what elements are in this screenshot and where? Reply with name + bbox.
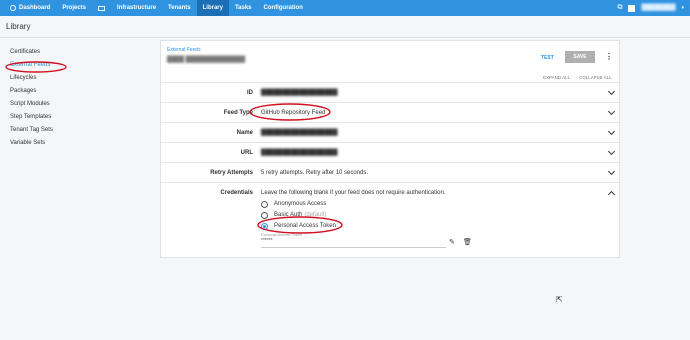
field-value: GitHub Repository Feed: [261, 110, 326, 116]
apps-icon: [98, 5, 106, 11]
nav-infrastructure[interactable]: Infrastructure: [111, 0, 162, 16]
nav-tenants[interactable]: Tenants: [162, 0, 197, 16]
radio-label: Basic Auth: [274, 212, 303, 218]
octopus-icon: [10, 5, 16, 11]
nav-tenants-label: Tenants: [168, 5, 191, 11]
page-title: Library: [6, 22, 31, 31]
user-name[interactable]: ████████: [641, 5, 675, 11]
radio-label: Personal Access Token: [274, 223, 336, 229]
top-navigation: Dashboard Projects Infrastructure Tenant…: [0, 0, 690, 16]
more-options-icon[interactable]: ⋮: [605, 52, 613, 61]
sidebar-item-external-feeds[interactable]: External Feeds: [10, 59, 140, 72]
radio-button-selected[interactable]: [261, 222, 268, 230]
radio-anonymous-access[interactable]: Anonymous Access: [261, 199, 326, 209]
field-label: Retry Attempts: [210, 170, 253, 176]
chevron-down-icon[interactable]: [607, 147, 616, 156]
field-label: Feed Type: [223, 110, 253, 116]
nav-infrastructure-label: Infrastructure: [117, 5, 157, 11]
chevron-down-icon[interactable]: [607, 127, 616, 136]
chevron-down-icon[interactable]: [607, 87, 616, 96]
sidebar-item-lifecycles[interactable]: Lifecycles: [10, 72, 140, 85]
radio-label: Anonymous Access: [274, 201, 327, 207]
feed-name-title: ████ ██████████████: [167, 57, 246, 63]
credentials-hint: Leave the following blank if your feed d…: [261, 190, 446, 196]
avatar[interactable]: [628, 4, 636, 12]
sitemap-icon[interactable]: ⧉: [617, 4, 622, 12]
chevron-down-icon[interactable]: ▾: [681, 5, 684, 11]
chevron-down-icon[interactable]: [607, 167, 616, 176]
nav-configuration[interactable]: Configuration: [258, 0, 309, 16]
token-field-label: Personal Access Token: [261, 232, 303, 237]
field-row-feed-type[interactable]: Feed Type GitHub Repository Feed: [161, 103, 621, 123]
sidebar-item-script-modules[interactable]: Script Modules: [10, 98, 140, 111]
field-label: Credentials: [220, 190, 253, 196]
nav-library-label: Library: [202, 5, 223, 11]
sidebar-item-variable-sets[interactable]: Variable Sets: [10, 137, 140, 150]
field-row-id[interactable]: ID ██████████████████: [161, 83, 621, 103]
test-button[interactable]: TEST: [541, 55, 554, 61]
nav-dashboard-label: Dashboard: [19, 5, 51, 11]
field-label: Name: [236, 130, 253, 136]
field-row-retry-attempts[interactable]: Retry Attempts 5 retry attempts. Retry a…: [161, 163, 621, 183]
sidebar-item-tenant-tag-sets[interactable]: Tenant Tag Sets: [10, 124, 140, 137]
sidebar-item-certificates[interactable]: Certificates: [10, 46, 140, 59]
page-header: Library: [0, 16, 690, 38]
collapse-all-link[interactable]: COLLAPSE ALL: [579, 75, 612, 80]
chevron-up-icon[interactable]: [607, 190, 616, 199]
radio-personal-access-token[interactable]: Personal Access Token: [261, 221, 336, 231]
nav-projects[interactable]: Projects: [56, 0, 92, 16]
nav-projects-label: Projects: [62, 5, 87, 11]
edit-pencil-icon[interactable]: ✎: [449, 238, 455, 246]
nav-user-area: ⧉ ████████ ▾: [617, 0, 684, 16]
nav-tasks[interactable]: Tasks: [229, 0, 258, 16]
field-value: ██████████████████: [261, 150, 338, 156]
nav-tasks-label: Tasks: [234, 5, 252, 11]
field-value: 5 retry attempts. Retry after 10 seconds…: [261, 170, 369, 176]
field-label: URL: [240, 150, 253, 156]
field-value: ██████████████████: [261, 90, 338, 96]
radio-button[interactable]: [261, 200, 268, 208]
radio-basic-auth[interactable]: Basic Auth (default): [261, 210, 326, 220]
field-row-url[interactable]: URL ██████████████████: [161, 143, 621, 163]
mouse-cursor-icon: ⇱: [556, 295, 563, 304]
nav-dashboard[interactable]: Dashboard: [4, 0, 56, 16]
sidebar-item-packages[interactable]: Packages: [10, 85, 140, 98]
radio-suffix: (default): [304, 212, 327, 218]
field-label: ID: [247, 90, 253, 96]
nav-configuration-label: Configuration: [263, 5, 303, 11]
sidebar-item-step-templates[interactable]: Step Templates: [10, 111, 140, 124]
field-row-name[interactable]: Name ██████████████████: [161, 123, 621, 143]
feed-editor-card: External Feeds ████ ██████████████ TEST …: [160, 40, 621, 258]
nav-library[interactable]: Library: [196, 0, 229, 16]
chevron-down-icon[interactable]: [607, 107, 616, 116]
expand-all-link[interactable]: EXPAND ALL: [543, 75, 570, 80]
card-header: External Feeds ████ ██████████████ TEST …: [161, 41, 621, 83]
field-value: ██████████████████: [261, 130, 338, 136]
sidebar: Certificates External Feeds Lifecycles P…: [10, 46, 140, 150]
token-input[interactable]: ******: [261, 238, 446, 248]
breadcrumb[interactable]: External Feeds: [167, 47, 201, 53]
radio-button[interactable]: [261, 211, 268, 219]
nav-apps[interactable]: [92, 0, 111, 16]
trash-icon[interactable]: 🗑: [463, 238, 472, 246]
save-button[interactable]: SAVE: [565, 51, 595, 63]
